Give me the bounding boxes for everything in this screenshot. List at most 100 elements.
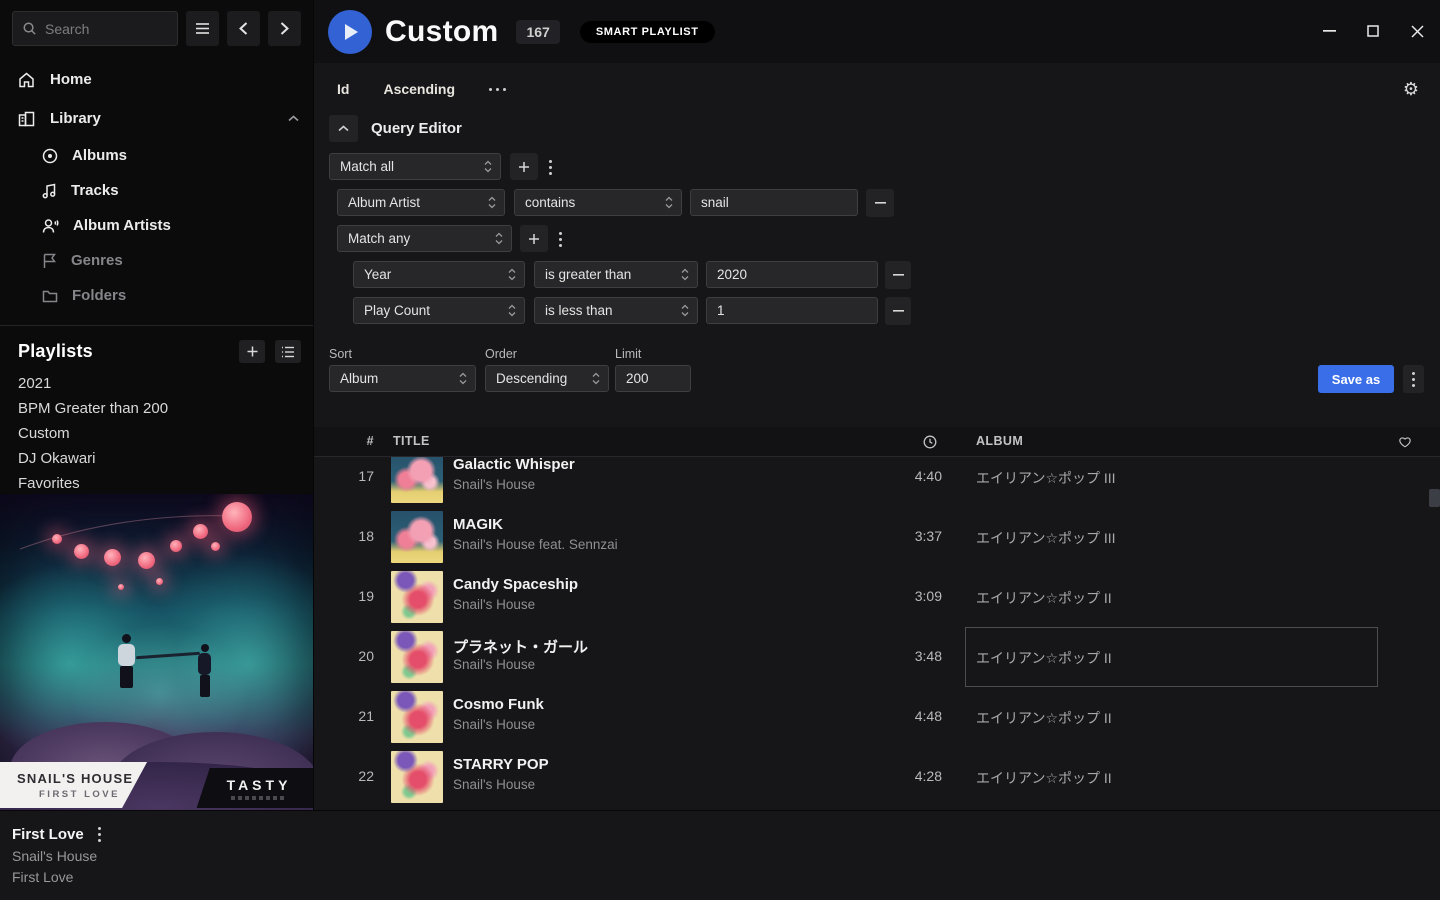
album-art-thumbnail[interactable] [391,631,443,683]
music-note-icon [42,183,57,199]
minimize-button[interactable] [1314,16,1344,46]
sidebar-item-albums[interactable]: Albums [42,138,313,173]
sort-direction-button[interactable]: Ascending [383,81,455,97]
track-artist[interactable]: Snail's House [453,717,535,732]
search-box[interactable] [12,11,178,46]
query-editor: Query Editor Match all Album Artist [314,115,1440,345]
track-artist[interactable]: Snail's House [453,477,535,492]
settings-gear-icon[interactable]: ⚙ [1403,80,1419,98]
select-stepper-icon [681,268,689,281]
playlist-item[interactable]: Custom [0,421,313,446]
add-playlist-button[interactable] [239,340,265,363]
query-editor-collapse-button[interactable] [329,115,358,142]
sidebar-item-genres[interactable]: Genres [42,243,313,278]
nav-back-button[interactable] [227,11,260,46]
track-album[interactable]: エイリアン☆ポップ II [976,768,1112,788]
chevron-up-icon [338,125,349,132]
track-artist[interactable]: Snail's House [453,657,535,672]
save-as-button[interactable]: Save as [1318,365,1394,393]
close-button[interactable] [1402,16,1432,46]
sidebar-item-tracks[interactable]: Tracks [42,173,313,208]
track-row[interactable]: 22 STARRY POP Snail's House 4:28 エイリアン☆ポ… [314,747,1440,807]
track-album[interactable]: エイリアン☆ポップ II [976,648,1112,668]
rule2-operator-select[interactable]: is greater than [534,261,698,288]
save-options-icon[interactable] [1403,365,1424,393]
playlist-list-view-button[interactable] [275,340,301,363]
collapse-chevron-icon[interactable] [288,115,299,122]
rule3-operator-select[interactable]: is less than [534,297,698,324]
play-playlist-button[interactable] [328,10,372,54]
add-rule-button[interactable] [510,153,538,180]
track-title[interactable]: Candy Spaceship [453,576,578,593]
nav-forward-button[interactable] [268,11,301,46]
sidebar-item-library[interactable]: Library [0,99,313,138]
rule1-value-input[interactable] [690,189,858,216]
album-art-thumbnail[interactable] [391,511,443,563]
match-any-select[interactable]: Match any [337,225,512,252]
track-title[interactable]: プラネット・ガール [453,636,588,657]
track-row[interactable]: 19 Candy Spaceship Snail's House 3:09 エイ… [314,567,1440,627]
playlist-item[interactable]: 2021 [0,371,313,396]
track-row[interactable]: 20 プラネット・ガール Snail's House 3:48 エイリアン☆ポッ… [314,627,1440,687]
now-playing-cover-art[interactable]: SNAIL'S HOUSE FIRST LOVE TASTY [0,494,313,810]
cover-art-banner: SNAIL'S HOUSE FIRST LOVE TASTY [0,762,313,808]
track-title[interactable]: MAGIK [453,516,503,533]
album-art-thumbnail[interactable] [391,751,443,803]
group-options-icon[interactable] [549,160,552,175]
sort-field-button[interactable]: Id [337,81,349,97]
playlist-item[interactable]: DJ Okawari [0,446,313,471]
album-art-thumbnail[interactable] [391,691,443,743]
track-artist[interactable]: Snail's House [453,777,535,792]
rule2-value-input[interactable] [706,261,878,288]
track-artist[interactable]: Snail's House feat. Sennzai [453,537,618,552]
column-album[interactable]: ALBUM [976,434,1023,448]
track-duration: 4:28 [874,768,942,784]
track-title[interactable]: STARRY POP [453,756,549,773]
playlist-item[interactable]: BPM Greater than 200 [0,396,313,421]
track-album[interactable]: エイリアン☆ポップ II [976,708,1112,728]
track-title[interactable]: Cosmo Funk [453,696,544,713]
now-playing-album[interactable]: First Love [12,869,101,885]
track-duration: 4:40 [874,468,942,484]
sidebar-item-album-artists[interactable]: Album Artists [42,208,313,243]
maximize-button[interactable] [1358,16,1388,46]
favorite-heart-icon[interactable] [1398,435,1412,448]
duration-clock-icon[interactable] [923,435,937,449]
rule3-field-select[interactable]: Play Count [353,297,525,324]
subgroup-options-icon[interactable] [559,232,562,247]
sort-select[interactable]: Album [329,365,476,392]
now-playing-title[interactable]: First Love [12,826,84,843]
select-stepper-icon [681,304,689,317]
rule1-field-select[interactable]: Album Artist [337,189,505,216]
rule2-remove-button[interactable] [885,261,911,289]
rule1-operator-select[interactable]: contains [514,189,682,216]
subgroup-add-rule-button[interactable] [520,225,548,252]
sidebar-item-folders[interactable]: Folders [42,278,313,313]
track-album[interactable]: エイリアン☆ポップ III [976,468,1116,488]
column-title[interactable]: TITLE [393,434,430,448]
column-number[interactable]: # [354,434,374,448]
playlist-item[interactable]: Favorites [0,471,313,496]
rule2-field-select[interactable]: Year [353,261,525,288]
order-select[interactable]: Descending [485,365,609,392]
album-art-thumbnail[interactable] [391,571,443,623]
match-all-select[interactable]: Match all [329,153,501,180]
limit-input[interactable] [615,365,691,392]
scrollbar-thumb[interactable] [1429,489,1440,507]
album-art-thumbnail[interactable] [391,451,443,503]
track-options-icon[interactable] [98,827,101,842]
rule3-remove-button[interactable] [885,297,911,325]
track-row[interactable]: 18 MAGIK Snail's House feat. Sennzai 3:3… [314,507,1440,567]
track-album[interactable]: エイリアン☆ポップ II [976,588,1112,608]
rule1-remove-button[interactable] [866,189,894,217]
sidebar-item-home[interactable]: Home [0,60,313,99]
rule3-value-input[interactable] [706,297,878,324]
menu-button[interactable] [186,11,219,46]
now-playing-artist[interactable]: Snail's House [12,848,101,864]
track-row[interactable]: 21 Cosmo Funk Snail's House 4:48 エイリアン☆ポ… [314,687,1440,747]
more-options-icon[interactable] [489,88,506,91]
track-artist[interactable]: Snail's House [453,597,535,612]
track-title[interactable]: Galactic Whisper [453,456,575,473]
track-album[interactable]: エイリアン☆ポップ III [976,528,1116,548]
sort-label: Sort [329,347,352,361]
